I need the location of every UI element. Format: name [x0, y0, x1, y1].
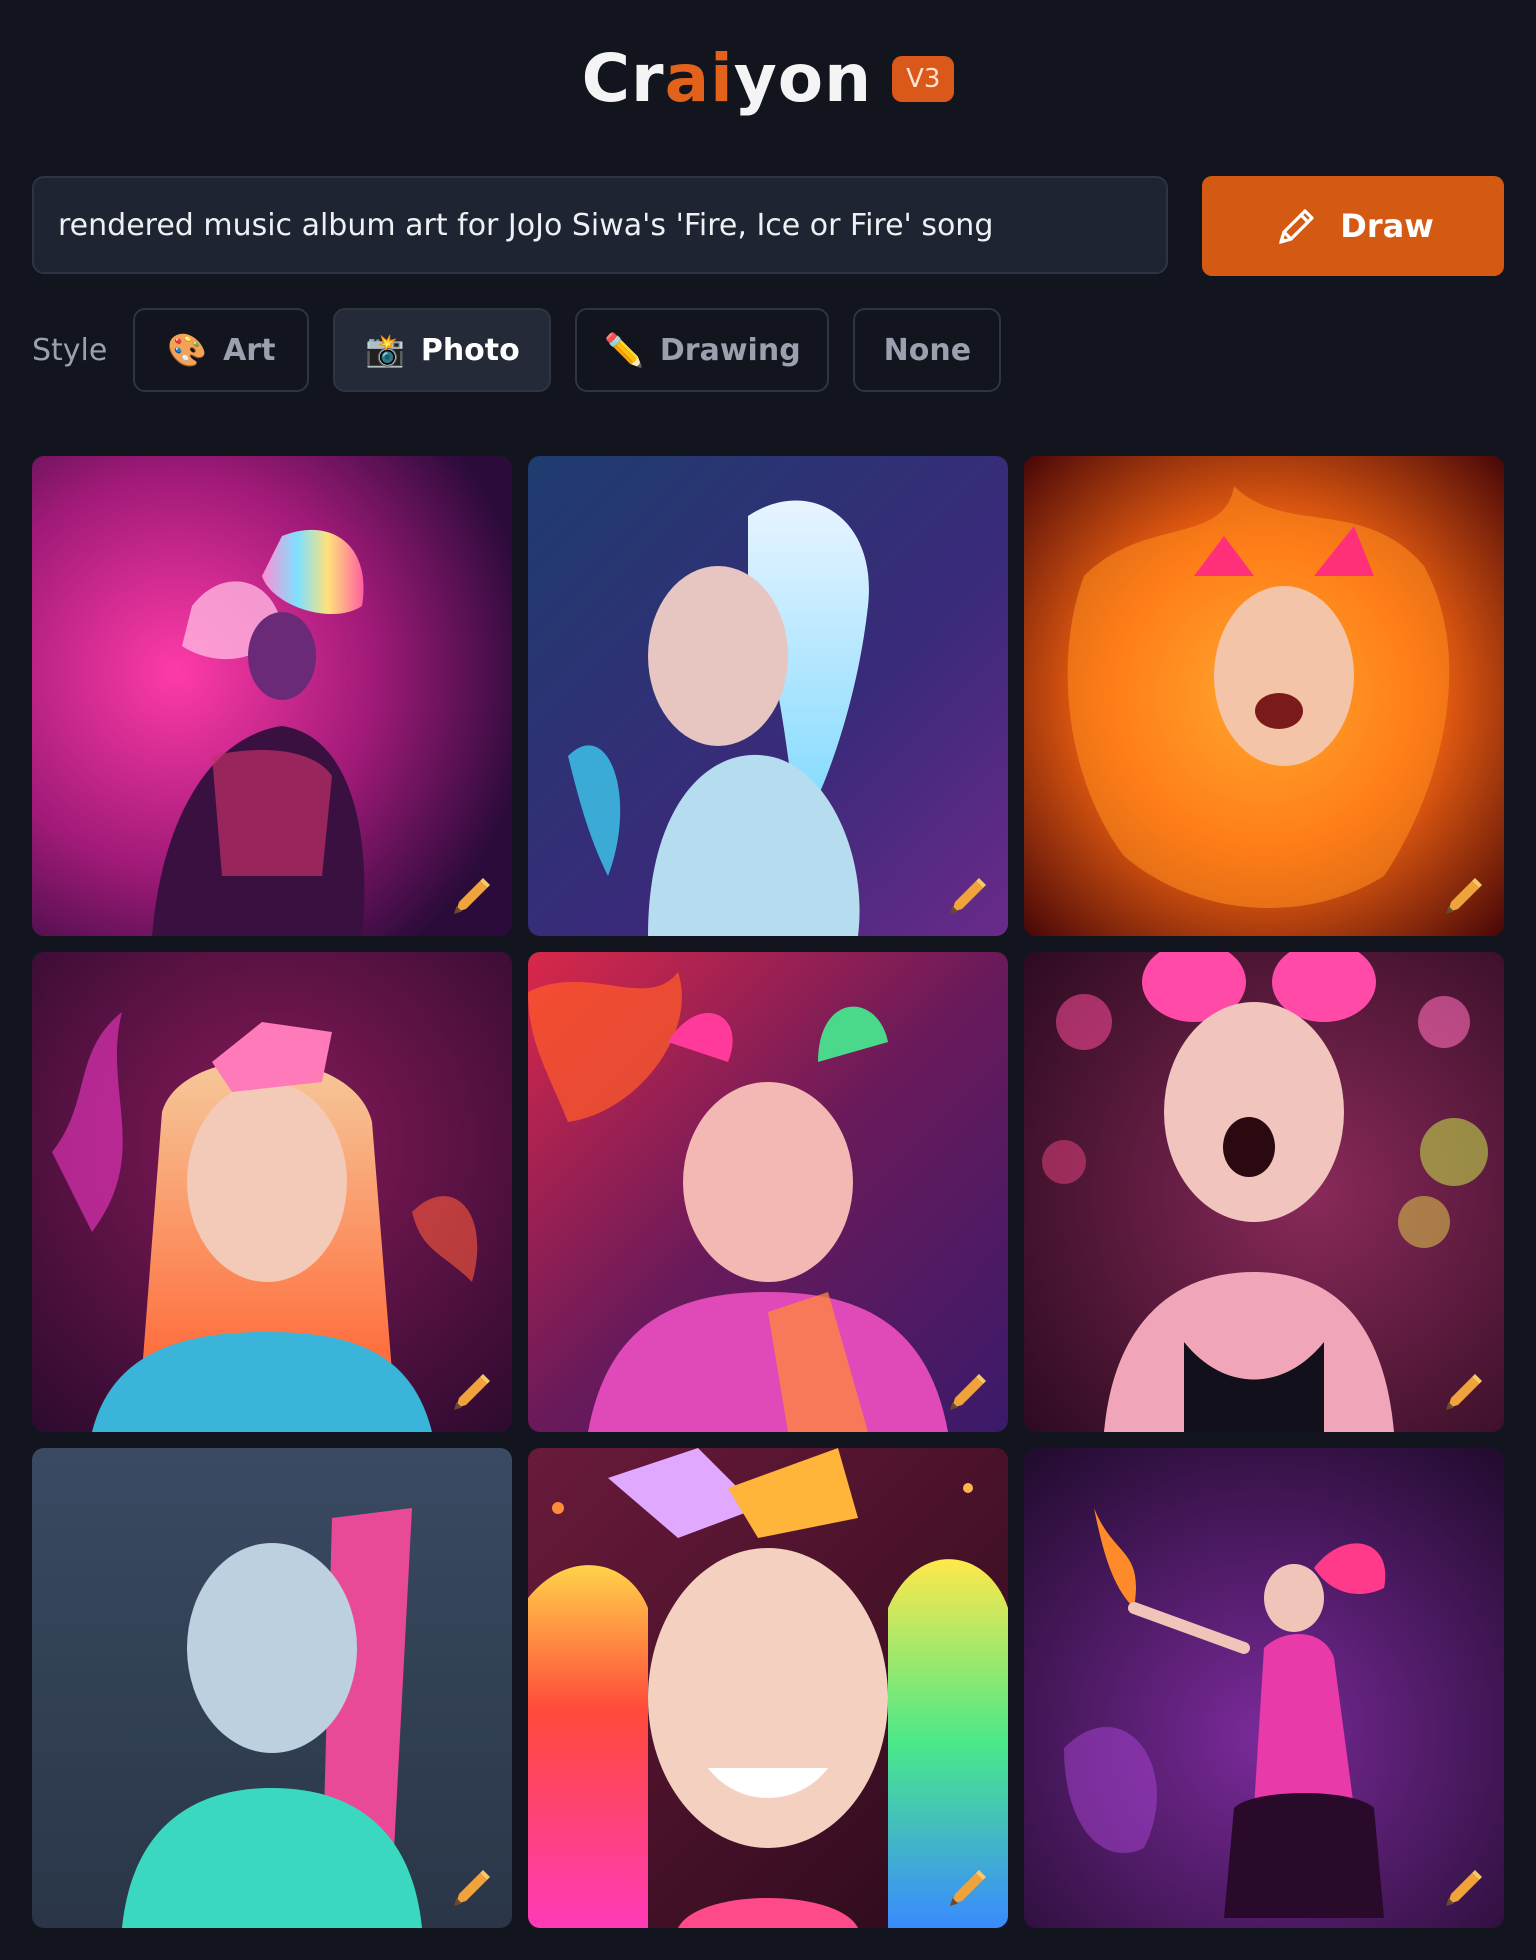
draw-button[interactable]: Draw	[1202, 176, 1504, 276]
result-image[interactable]	[32, 456, 512, 936]
pencil-icon[interactable]	[942, 870, 994, 922]
style-selector: Style 🎨 Art 📸 Photo ✏️ Drawing None	[32, 308, 1025, 392]
style-option-none[interactable]: None	[853, 308, 1002, 392]
style-option-label: None	[883, 332, 972, 368]
version-badge: V3	[892, 56, 955, 102]
result-image[interactable]	[1024, 952, 1504, 1432]
result-image[interactable]	[528, 1448, 1008, 1928]
pencil-icon[interactable]	[1438, 1366, 1490, 1418]
pencil-icon[interactable]	[942, 1862, 994, 1914]
pencil-icon[interactable]	[1438, 870, 1490, 922]
result-image[interactable]	[1024, 456, 1504, 936]
generated-image	[528, 456, 1008, 936]
logo-wordmark: Craiyon	[581, 40, 873, 117]
pencil-icon[interactable]	[446, 870, 498, 922]
style-option-label: Art	[223, 332, 276, 368]
generated-image	[32, 952, 512, 1432]
style-option-drawing[interactable]: ✏️ Drawing	[575, 308, 830, 392]
generated-image	[528, 952, 1008, 1432]
result-image[interactable]	[528, 456, 1008, 936]
generated-image	[1024, 1448, 1504, 1928]
result-image[interactable]	[528, 952, 1008, 1432]
pencil-icon	[1279, 209, 1314, 244]
style-option-photo[interactable]: 📸 Photo	[333, 308, 552, 392]
logo[interactable]: Craiyon V3	[0, 46, 1536, 112]
pencil-icon: ✏️	[604, 331, 644, 369]
camera-flash-icon: 📸	[364, 331, 405, 369]
draw-button-label: Draw	[1340, 207, 1434, 245]
pencil-icon[interactable]	[446, 1862, 498, 1914]
result-image[interactable]	[32, 1448, 512, 1928]
style-option-art[interactable]: 🎨 Art	[133, 308, 310, 392]
result-image[interactable]	[1024, 1448, 1504, 1928]
style-label: Style	[32, 332, 108, 368]
pencil-icon[interactable]	[942, 1366, 994, 1418]
style-option-label: Drawing	[659, 332, 801, 368]
generated-image	[1024, 456, 1504, 936]
generated-image	[528, 1448, 1008, 1928]
palette-icon: 🎨	[167, 331, 208, 369]
generated-image	[32, 456, 512, 936]
results-grid	[32, 456, 1504, 1928]
pencil-icon[interactable]	[446, 1366, 498, 1418]
prompt-input[interactable]	[32, 176, 1168, 274]
generated-image	[1024, 952, 1504, 1432]
generated-image	[32, 1448, 512, 1928]
pencil-icon[interactable]	[1438, 1862, 1490, 1914]
result-image[interactable]	[32, 952, 512, 1432]
style-option-label: Photo	[420, 332, 520, 368]
craiyon-page: Craiyon V3 Draw Style 🎨 Art 📸 Photo ✏️	[0, 0, 1536, 1960]
